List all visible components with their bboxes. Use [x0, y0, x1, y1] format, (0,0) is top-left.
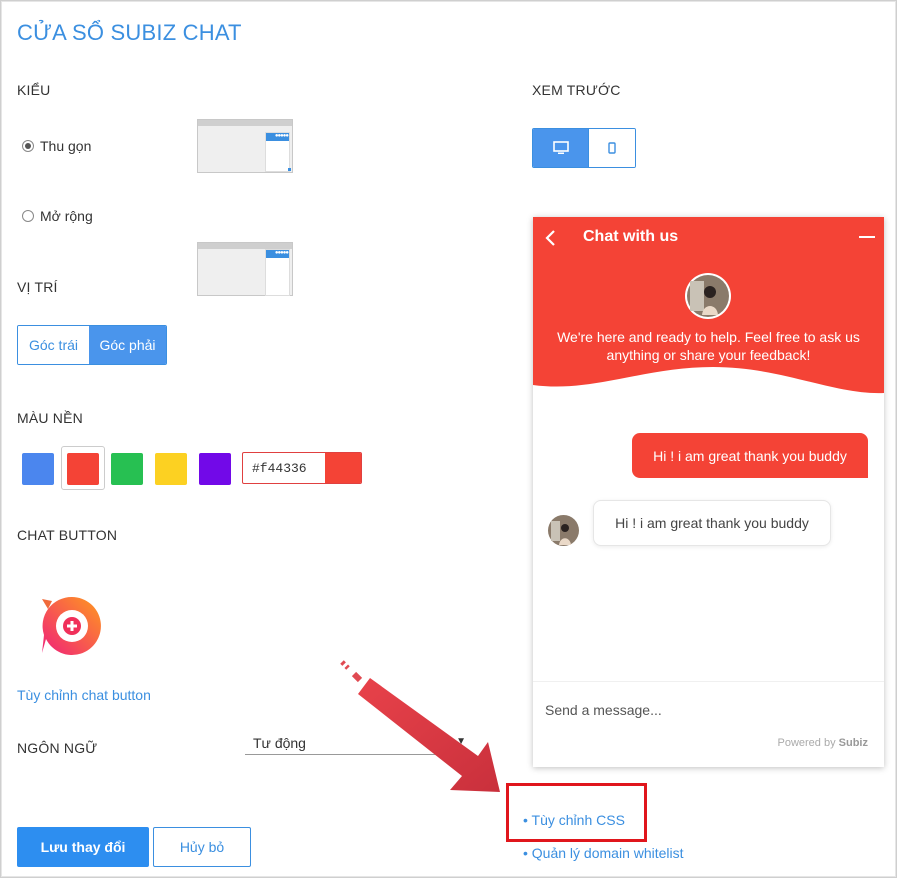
radio-expanded[interactable] [22, 210, 34, 222]
cancel-button[interactable]: Hủy bỏ [153, 827, 251, 867]
annotation-arrow-icon [340, 660, 500, 792]
save-button[interactable]: Lưu thay đổi [17, 827, 149, 867]
radio-compact[interactable] [22, 140, 34, 152]
device-toggle [532, 128, 636, 168]
custom-css-link-label: Tùy chỉnh CSS [531, 812, 625, 828]
color-swatch-green[interactable] [111, 453, 143, 485]
back-arrow-icon[interactable] [544, 229, 556, 247]
position-right-button[interactable]: Góc phải [89, 326, 166, 364]
color-swatch-yellow[interactable] [155, 453, 187, 485]
customize-chat-button-link[interactable]: Tùy chỉnh chat button [17, 687, 151, 703]
chat-button-preview[interactable] [38, 593, 104, 659]
domain-whitelist-link[interactable]: • Quản lý domain whitelist [523, 845, 684, 861]
powered-by-label: Powered by Subiz [778, 737, 869, 749]
domain-whitelist-link-label: Quản lý domain whitelist [531, 845, 684, 861]
background-section-label: MÀU NỀN [17, 410, 83, 426]
chat-welcome-text: We're here and ready to help. Feel free … [557, 329, 860, 363]
compact-style-thumbnail[interactable]: ●●●●● [197, 119, 293, 173]
agent-avatar [685, 273, 731, 319]
powered-by-prefix: Powered by [777, 737, 836, 749]
agent-message-bubble: Hi ! i am great thank you buddy [593, 500, 831, 546]
mobile-preview-button[interactable] [588, 129, 635, 167]
custom-css-link[interactable]: • Tùy chỉnh CSS [523, 812, 625, 828]
bullet-icon: • [523, 812, 532, 828]
language-section-label: NGÔN NGỮ [17, 740, 98, 756]
position-toggle: Góc trái Góc phải [17, 325, 167, 365]
color-swatch-red[interactable] [67, 453, 99, 485]
preview-section-label: XEM TRƯỚC [532, 82, 621, 98]
mobile-icon [608, 142, 616, 154]
hex-color-input[interactable]: #f44336 [243, 453, 325, 483]
desktop-icon [552, 141, 569, 154]
language-select-value: Tư động [253, 735, 306, 751]
agent-message-avatar [548, 515, 579, 546]
position-left-button[interactable]: Góc trái [18, 326, 89, 364]
style-option-compact-label: Thu gọn [40, 138, 92, 154]
color-swatch-purple[interactable] [199, 453, 231, 485]
powered-by-brand: Subiz [838, 737, 868, 749]
custom-color-picker[interactable]: #f44336 [242, 452, 362, 484]
expanded-style-thumbnail[interactable]: ●●●●● [197, 242, 293, 296]
custom-color-preview[interactable] [325, 453, 361, 483]
chat-button-section-label: CHAT BUTTON [17, 527, 118, 543]
visitor-message-bubble: Hi ! i am great thank you buddy [632, 433, 868, 478]
desktop-preview-button[interactable] [533, 129, 588, 167]
position-section-label: VỊ TRÍ [17, 279, 58, 295]
style-option-expanded[interactable]: Mở rộng [22, 208, 93, 224]
minimize-icon[interactable] [859, 236, 875, 238]
page-title: CỬA SỔ SUBIZ CHAT [17, 20, 242, 45]
chat-bubble-icon [42, 596, 101, 655]
chat-header-title: Chat with us [583, 228, 679, 245]
message-input[interactable]: Send a message... [545, 702, 662, 718]
style-option-compact[interactable]: Thu gọn [22, 138, 91, 154]
chat-window-preview: Chat with us We're here and ready to hel… [533, 217, 884, 767]
bullet-icon: • [523, 845, 532, 861]
style-section-label: KIỂU [17, 82, 51, 98]
chat-composer: Send a message... Powered by Subiz [533, 681, 884, 767]
color-swatch-blue[interactable] [22, 453, 54, 485]
style-option-expanded-label: Mở rộng [40, 208, 93, 224]
